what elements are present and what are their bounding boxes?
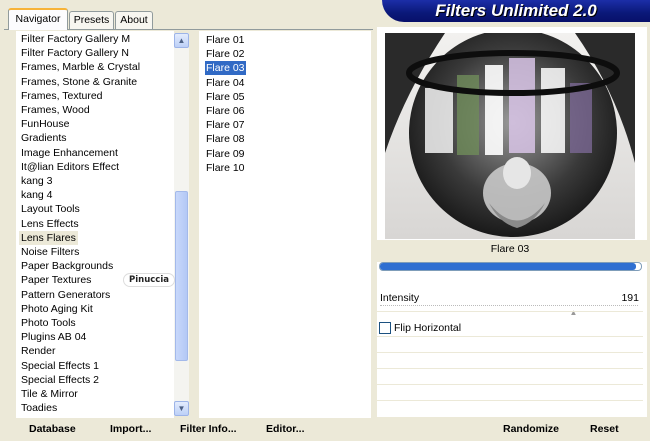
- category-item[interactable]: Toadies: [21, 401, 57, 415]
- category-item[interactable]: Paper Backgrounds: [21, 259, 113, 273]
- category-item[interactable]: Gradients: [21, 131, 67, 145]
- filter-item[interactable]: Flare 06: [205, 104, 246, 118]
- category-item[interactable]: Filter Factory Gallery N: [21, 46, 129, 60]
- category-item[interactable]: Image Enhancement: [21, 146, 118, 160]
- preview-filter-name: Flare 03: [490, 243, 530, 255]
- app-title-banner: Filters Unlimited 2.0: [382, 0, 650, 22]
- category-item[interactable]: Noise Filters: [21, 245, 79, 259]
- category-item[interactable]: Paper Textures: [21, 273, 91, 287]
- intensity-slider-track[interactable]: ▲: [380, 303, 638, 317]
- filter-item[interactable]: Flare 09: [205, 147, 246, 161]
- progress-fill: [380, 263, 636, 270]
- watermark-logo: Pinuccia: [123, 273, 175, 287]
- category-item[interactable]: Frames, Textured: [21, 89, 103, 103]
- preview-artwork-icon: [385, 33, 635, 239]
- category-list[interactable]: Filter Factory Gallery M Filter Factory G…: [16, 31, 174, 418]
- filter-item[interactable]: Flare 07: [205, 118, 246, 132]
- preview-image: [385, 33, 635, 239]
- category-item[interactable]: Photo Tools: [21, 316, 76, 330]
- category-item[interactable]: Lens Flares: [19, 230, 78, 245]
- preview-progress-bar: [379, 262, 642, 271]
- control-divider: [377, 368, 643, 369]
- category-item[interactable]: Photo Aging Kit: [21, 302, 93, 316]
- reset-button[interactable]: Reset: [590, 423, 619, 435]
- category-item[interactable]: Special Effects 2: [21, 373, 99, 387]
- randomize-button[interactable]: Randomize: [503, 423, 559, 435]
- category-scrollbar[interactable]: ▲ ▼: [174, 33, 189, 416]
- filter-item[interactable]: Flare 01: [205, 33, 246, 47]
- category-item[interactable]: Tile & Mirror: [21, 387, 78, 401]
- intensity-slider-thumb[interactable]: ▲: [570, 308, 578, 317]
- category-item[interactable]: Filter Factory Gallery M: [21, 32, 130, 46]
- scroll-up-arrow-icon[interactable]: ▲: [174, 33, 189, 48]
- category-item[interactable]: Render: [21, 344, 55, 358]
- filter-item[interactable]: Flare 05: [205, 90, 246, 104]
- filter-item[interactable]: Flare 02: [205, 47, 246, 61]
- flip-horizontal-checkbox[interactable]: [379, 322, 391, 334]
- category-item[interactable]: Lens Effects: [21, 217, 79, 231]
- category-item[interactable]: Layout Tools: [21, 202, 80, 216]
- intensity-control[interactable]: Intensity 191 ▲: [377, 290, 643, 317]
- control-divider: [377, 311, 643, 312]
- category-item[interactable]: Pattern Generators: [21, 288, 110, 302]
- filter-item[interactable]: Flare 08: [205, 132, 246, 146]
- category-item[interactable]: Special Effects 1: [21, 359, 99, 373]
- database-button[interactable]: Database: [29, 423, 76, 435]
- category-item[interactable]: Frames, Wood: [21, 103, 90, 117]
- filter-info-button[interactable]: Filter Info...: [180, 423, 237, 435]
- category-item[interactable]: kang 3: [21, 174, 53, 188]
- category-item[interactable]: kang 4: [21, 188, 53, 202]
- filter-item[interactable]: Flare 10: [205, 161, 246, 175]
- tab-navigator[interactable]: Navigator: [8, 8, 68, 30]
- import-button[interactable]: Import...: [110, 423, 151, 435]
- tab-about[interactable]: About: [115, 11, 153, 29]
- control-divider: [377, 352, 643, 353]
- category-item[interactable]: Frames, Stone & Granite: [21, 75, 137, 89]
- scroll-down-arrow-icon[interactable]: ▼: [174, 401, 189, 416]
- filter-item[interactable]: Flare 03: [205, 61, 246, 76]
- control-divider: [377, 400, 643, 401]
- control-divider: [377, 336, 643, 337]
- editor-button[interactable]: Editor...: [266, 423, 305, 435]
- filter-list[interactable]: Flare 01 Flare 02 Flare 03 Flare 04 Flare 05…: [199, 31, 371, 418]
- flip-horizontal-label: Flip Horizontal: [394, 322, 462, 334]
- category-item[interactable]: Frames, Marble & Crystal: [21, 60, 140, 74]
- control-divider: [377, 384, 643, 385]
- filter-item[interactable]: Flare 04: [205, 76, 246, 90]
- category-item[interactable]: FunHouse: [21, 117, 69, 131]
- category-item[interactable]: Plugins AB 04: [21, 330, 86, 344]
- category-item[interactable]: It@lian Editors Effect: [21, 160, 119, 174]
- tab-presets[interactable]: Presets: [69, 11, 114, 29]
- scrollbar-thumb[interactable]: [175, 191, 188, 361]
